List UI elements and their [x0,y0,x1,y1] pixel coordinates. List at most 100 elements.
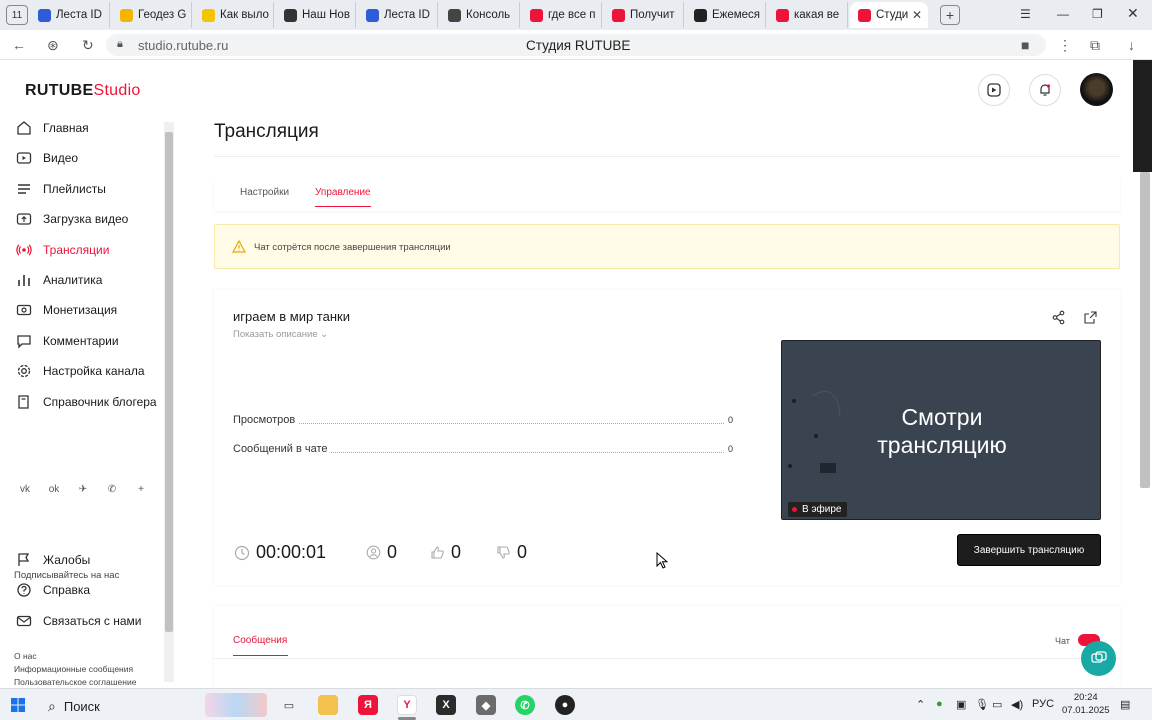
sidebar-item-flag[interactable]: Жалобы [16,550,90,570]
tab-management[interactable]: Управление [315,187,371,207]
extensions-icon[interactable]: ⧉ [1090,37,1100,54]
page-scrollbar[interactable] [1140,172,1150,488]
sidebar-item-upload[interactable]: Загрузка видео [16,209,128,229]
restore-icon[interactable]: ❐ [1092,7,1103,21]
taskbar-search-label: Поиск [63,699,100,714]
tab-label: Геодез G [138,9,187,21]
stat-value: 0 [727,415,733,425]
stream-preview[interactable]: Смотри трансляцию В эфире [781,340,1101,520]
tab-messages[interactable]: Сообщения [233,635,287,646]
tab-list-icon[interactable]: ☰ [1020,7,1031,21]
create-button[interactable] [978,74,1010,106]
yandex-icon[interactable]: Я [358,695,378,715]
sidebar-item-comments[interactable]: Комментарии [16,331,119,351]
sidebar-item-book[interactable]: Справочник блогера [16,392,157,412]
browser-tab[interactable]: Ежемеся [686,2,766,28]
playlist-icon [16,181,32,197]
language-indicator[interactable]: РУС [1032,698,1054,710]
search-highlight-image[interactable] [205,693,267,717]
dislikes-counter: 0 [496,542,527,563]
bookmark-icon[interactable]: ■ [1021,37,1029,53]
viber-icon[interactable]: ✆ [103,480,121,498]
file-explorer-icon[interactable] [318,695,338,715]
wot-icon[interactable]: ◆ [476,695,496,715]
telegram-icon[interactable]: ✈ [74,480,92,498]
network-icon[interactable]: ▭ [992,698,1002,711]
clock[interactable]: 20:24 07.01.2025 [1062,691,1110,717]
sidebar-item-label: Загрузка видео [43,212,129,227]
close-tab-icon[interactable]: ✕ [912,8,922,22]
external-link-icon[interactable] [1083,310,1098,330]
browser-tab[interactable]: какая ве [768,2,848,28]
sidebar-item-playlist[interactable]: Плейлисты [16,179,106,199]
browser-tab[interactable]: Получит [604,2,684,28]
obs-icon[interactable]: ● [555,695,575,715]
new-tab-button[interactable]: + [940,5,960,25]
close-window-icon[interactable]: ✕ [1127,5,1139,22]
support-chat-button[interactable] [1081,641,1116,676]
sidebar-item-settings[interactable]: Настройка канала [16,361,145,381]
stat-chat-messages: Сообщений в чате 0 [233,442,733,456]
task-view-icon[interactable]: ▭ [279,695,299,715]
avatar[interactable] [1080,73,1113,106]
browser-tab[interactable]: Леста ID [30,2,110,28]
downloads-icon[interactable]: ⊛ [47,37,59,54]
sidebar-item-home[interactable]: Главная [16,118,89,138]
browser-tab[interactable]: Наш Нов [276,2,356,28]
tray-app-icon[interactable]: ● [936,698,943,710]
taskbar-search[interactable]: ⌕ Поиск [48,698,100,715]
whatsapp-icon[interactable]: ✆ [515,695,535,715]
plus-icon[interactable]: + [132,480,150,498]
tray-security-icon[interactable]: ▣ [956,698,966,711]
yandex-browser-icon[interactable]: Y [397,695,417,715]
browser-tab[interactable]: Леста ID [358,2,438,28]
show-description-link[interactable]: Показать описание ⌄ [233,329,328,340]
sidebar-item-help[interactable]: Справка [16,580,90,600]
notifications-button[interactable] [1029,74,1061,106]
notifications-center-icon[interactable]: ▤ [1120,698,1130,711]
end-stream-button[interactable]: Завершить трансляцию [957,534,1101,566]
tab-counter[interactable]: 11 [6,5,28,25]
sidebar-scrollbar[interactable] [164,122,174,682]
game-app-icon[interactable]: X [436,695,456,715]
url-text[interactable]: studio.rutube.ru [138,38,228,53]
footer-link-about[interactable]: О нас [14,651,37,661]
lock-icon[interactable]: 🔒︎ [117,38,123,51]
browser-tab[interactable]: Геодез G [112,2,192,28]
download-arrow-icon[interactable]: ↓ [1128,37,1135,53]
volume-icon[interactable]: ◀) [1011,698,1023,711]
messages-tab-underline [233,655,288,656]
rutube-studio-logo[interactable]: RUTUBEStudio [25,82,141,100]
minimize-icon[interactable]: — [1057,7,1069,21]
browser-tab[interactable]: где все п [522,2,602,28]
vk-icon[interactable]: vk [16,480,34,498]
home-icon [16,120,32,136]
live-badge: В эфире [788,502,847,517]
sidebar-item-analytics[interactable]: Аналитика [16,270,102,290]
tab-favicon-icon [776,8,789,22]
browser-tab[interactable]: Консоль [440,2,520,28]
share-icon[interactable] [1051,310,1066,330]
tab-settings[interactable]: Настройки [240,187,289,198]
sidebar-item-monetization[interactable]: Монетизация [16,300,117,320]
sidebar-item-mail[interactable]: Связаться с нами [16,611,141,631]
browser-tab[interactable]: Как выло [194,2,274,28]
sidebar-item-broadcast[interactable]: Трансляции [16,240,109,260]
warning-banner: Чат сотрётся после завершения трансляции [214,224,1120,269]
tab-favicon-icon [858,8,871,22]
footer-link-info[interactable]: Информационные сообщения [14,664,133,674]
sidebar-item-video[interactable]: Видео [16,148,78,168]
microphone-icon[interactable]: 🎙︎ [975,698,989,711]
tab-favicon-icon [202,8,215,22]
tray-expand-icon[interactable]: ⌃ [916,698,925,711]
clock-date: 07.01.2025 [1062,705,1110,716]
tab-favicon-icon [448,8,461,22]
menu-icon[interactable]: ⋮ [1058,37,1072,54]
sidebar-item-label: Жалобы [43,553,91,567]
back-icon[interactable]: ← [12,37,26,53]
ok-icon[interactable]: ok [45,480,63,498]
reload-icon[interactable]: ↻ [82,37,94,54]
footer-link-terms[interactable]: Пользовательское соглашение [14,677,136,687]
windows-start-icon[interactable] [11,698,25,712]
browser-tab[interactable]: Студи ✕ [850,2,928,28]
